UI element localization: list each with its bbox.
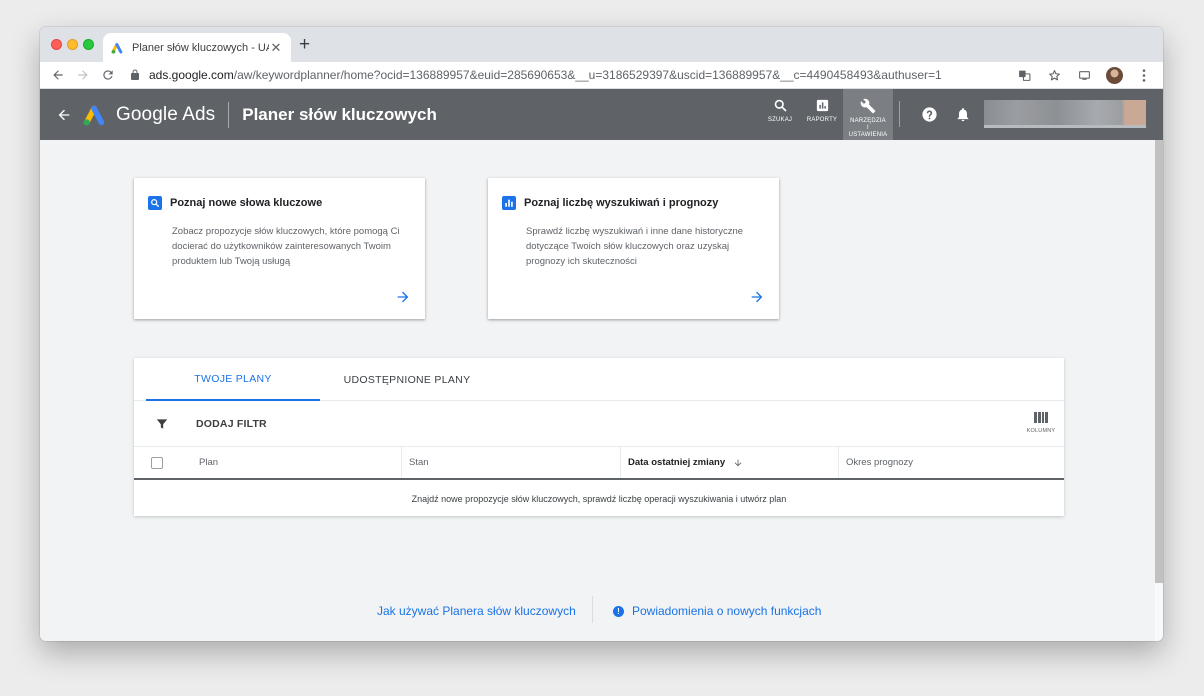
- footer-links: Jak używać Planera słów kluczowych ! Pow…: [40, 596, 1155, 626]
- filter-icon[interactable]: [155, 417, 169, 431]
- translate-icon[interactable]: [1011, 64, 1037, 88]
- tab-shared-plans[interactable]: UDOSTĘPNIONE PLANY: [320, 358, 494, 401]
- reports-icon: [816, 99, 828, 112]
- tools-settings-button[interactable]: NARZĘDZIA I USTAWIENIA: [843, 89, 893, 140]
- search-icon: [148, 196, 162, 210]
- scrollbar-thumb[interactable]: [1155, 140, 1163, 583]
- search-button[interactable]: SZUKAJ: [759, 89, 801, 140]
- tools-button-label: NARZĘDZIA I USTAWIENIA: [849, 118, 888, 139]
- arrow-left-icon: [52, 70, 63, 80]
- browser-window: Planer słów kluczowych - UAB " ✕ + ads.g…: [40, 27, 1163, 641]
- profile-avatar[interactable]: [1101, 64, 1127, 88]
- reports-button[interactable]: RAPORTY: [801, 89, 843, 140]
- arrow-right-icon[interactable]: [395, 289, 411, 305]
- avatar: [1105, 67, 1123, 84]
- plans-panel: TWOJE PLANY UDOSTĘPNIONE PLANY DODAJ FIL…: [134, 358, 1064, 516]
- ads-header: Google Ads Planer słów kluczowych SZUKAJ…: [40, 89, 1163, 140]
- tab-close-icon[interactable]: ✕: [269, 40, 283, 56]
- column-header-last-modified[interactable]: Data ostatniej zmiany: [621, 447, 839, 478]
- cast-icon[interactable]: [1071, 64, 1097, 88]
- main-content: Poznaj nowe słowa kluczowe Zobacz propoz…: [40, 140, 1155, 641]
- ads-brand: Google Ads: [116, 103, 216, 125]
- card-description: Sprawdź liczbę wyszukiwań i inne dane hi…: [526, 226, 744, 267]
- minimize-window-button[interactable]: [67, 39, 78, 50]
- google-ads-logo-icon: [83, 105, 105, 126]
- tools-label-line2: I: [867, 125, 869, 131]
- wrench-icon: [860, 98, 876, 114]
- info-icon: !: [613, 605, 624, 617]
- plans-tabs: TWOJE PLANY UDOSTĘPNIONE PLANY: [134, 358, 1064, 401]
- url-host: ads.google.com: [149, 68, 234, 82]
- sort-arrow-down-icon: [734, 459, 742, 466]
- tools-label-line1: NARZĘDZIA: [850, 118, 886, 124]
- search-volume-card[interactable]: Poznaj liczbę wyszukiwań i prognozy Spra…: [488, 178, 779, 319]
- header-separator: [899, 101, 900, 127]
- card-header: Poznaj nowe słowa kluczowe: [148, 196, 322, 210]
- discover-keywords-card[interactable]: Poznaj nowe słowa kluczowe Zobacz propoz…: [134, 178, 425, 319]
- column-header-forecast-period[interactable]: Okres prognozy: [839, 447, 1064, 478]
- how-to-use-link[interactable]: Jak używać Planera słów kluczowych: [377, 604, 576, 618]
- card-title: Poznaj nowe słowa kluczowe: [170, 197, 323, 209]
- card-description: Zobacz propozycje słów kluczowych, które…: [172, 226, 400, 267]
- arrow-right-icon[interactable]: [749, 289, 765, 305]
- help-icon: [921, 107, 937, 122]
- empty-table-message: Znajdź nowe propozycje słów kluczowych, …: [411, 494, 787, 504]
- toolbar-actions: [1011, 62, 1157, 89]
- bookmark-star-icon[interactable]: [1041, 64, 1067, 88]
- arrow-left-icon: [58, 109, 70, 120]
- footer-divider: [592, 596, 593, 623]
- filter-bar: DODAJ FILTR KOLUMNY: [134, 402, 1064, 447]
- browser-menu-icon[interactable]: [1131, 64, 1157, 88]
- ads-back-button[interactable]: [52, 103, 76, 127]
- account-switcher[interactable]: [984, 100, 1146, 128]
- columns-label: KOLUMNY: [1026, 428, 1056, 434]
- columns-icon: [1034, 412, 1048, 423]
- close-window-button[interactable]: [51, 39, 62, 50]
- columns-button[interactable]: KOLUMNY: [1024, 412, 1058, 434]
- lock-icon: [131, 69, 139, 80]
- maximize-window-button[interactable]: [83, 39, 94, 50]
- card-title: Poznaj liczbę wyszukiwań i prognozy: [524, 197, 719, 209]
- tab-your-plans[interactable]: TWOJE PLANY: [146, 358, 320, 401]
- search-button-label: SZUKAJ: [767, 117, 793, 123]
- new-tab-button[interactable]: +: [299, 35, 310, 55]
- tools-label-line3: USTAWIENIA: [848, 132, 888, 138]
- reload-icon: [102, 70, 113, 80]
- column-header-plan[interactable]: Plan: [179, 447, 402, 478]
- feature-announcements-link[interactable]: ! Powiadomienia o nowych funkcjach: [613, 604, 821, 618]
- reports-button-label: RAPORTY: [806, 117, 838, 123]
- browser-toolbar: ads.google.com/aw/keywordplanner/home?oc…: [40, 62, 1163, 89]
- search-icon: [774, 99, 786, 112]
- page-title: Planer słów kluczowych: [242, 104, 437, 124]
- header-divider: [228, 101, 230, 128]
- browser-reload-button[interactable]: [95, 63, 120, 88]
- bell-icon: [957, 108, 969, 122]
- select-all-checkbox[interactable]: [150, 456, 163, 469]
- notifications-button[interactable]: [946, 89, 980, 140]
- tab-title: Planer słów kluczowych - UAB ": [132, 41, 269, 54]
- bar-chart-icon: [502, 196, 516, 210]
- browser-back-button[interactable]: [45, 63, 70, 88]
- tab-strip: Planer słów kluczowych - UAB " ✕ +: [40, 27, 1163, 62]
- ads-header-actions: SZUKAJ RAPORTY NARZĘDZIA I USTAWIENIA: [759, 89, 980, 140]
- table-header: Plan Stan Data ostatniej zmiany Okres pr…: [134, 447, 1064, 480]
- add-filter-button[interactable]: DODAJ FILTR: [196, 418, 267, 430]
- address-bar[interactable]: ads.google.com/aw/keywordplanner/home?oc…: [128, 68, 998, 82]
- browser-tab[interactable]: Planer słów kluczowych - UAB " ✕: [103, 33, 291, 62]
- arrow-right-icon: [77, 70, 88, 80]
- select-all-cell: [134, 447, 179, 478]
- help-button[interactable]: [912, 89, 946, 140]
- browser-forward-button[interactable]: [70, 63, 95, 88]
- card-header: Poznaj liczbę wyszukiwań i prognozy: [502, 196, 718, 210]
- url-path: /aw/keywordplanner/home?ocid=136889957&e…: [233, 68, 942, 82]
- feature-announcements-label: Powiadomienia o nowych funkcjach: [632, 604, 822, 618]
- google-ads-favicon-icon: [111, 42, 123, 54]
- column-header-status[interactable]: Stan: [402, 447, 621, 478]
- column-header-last-modified-label: Data ostatniej zmiany: [628, 457, 726, 468]
